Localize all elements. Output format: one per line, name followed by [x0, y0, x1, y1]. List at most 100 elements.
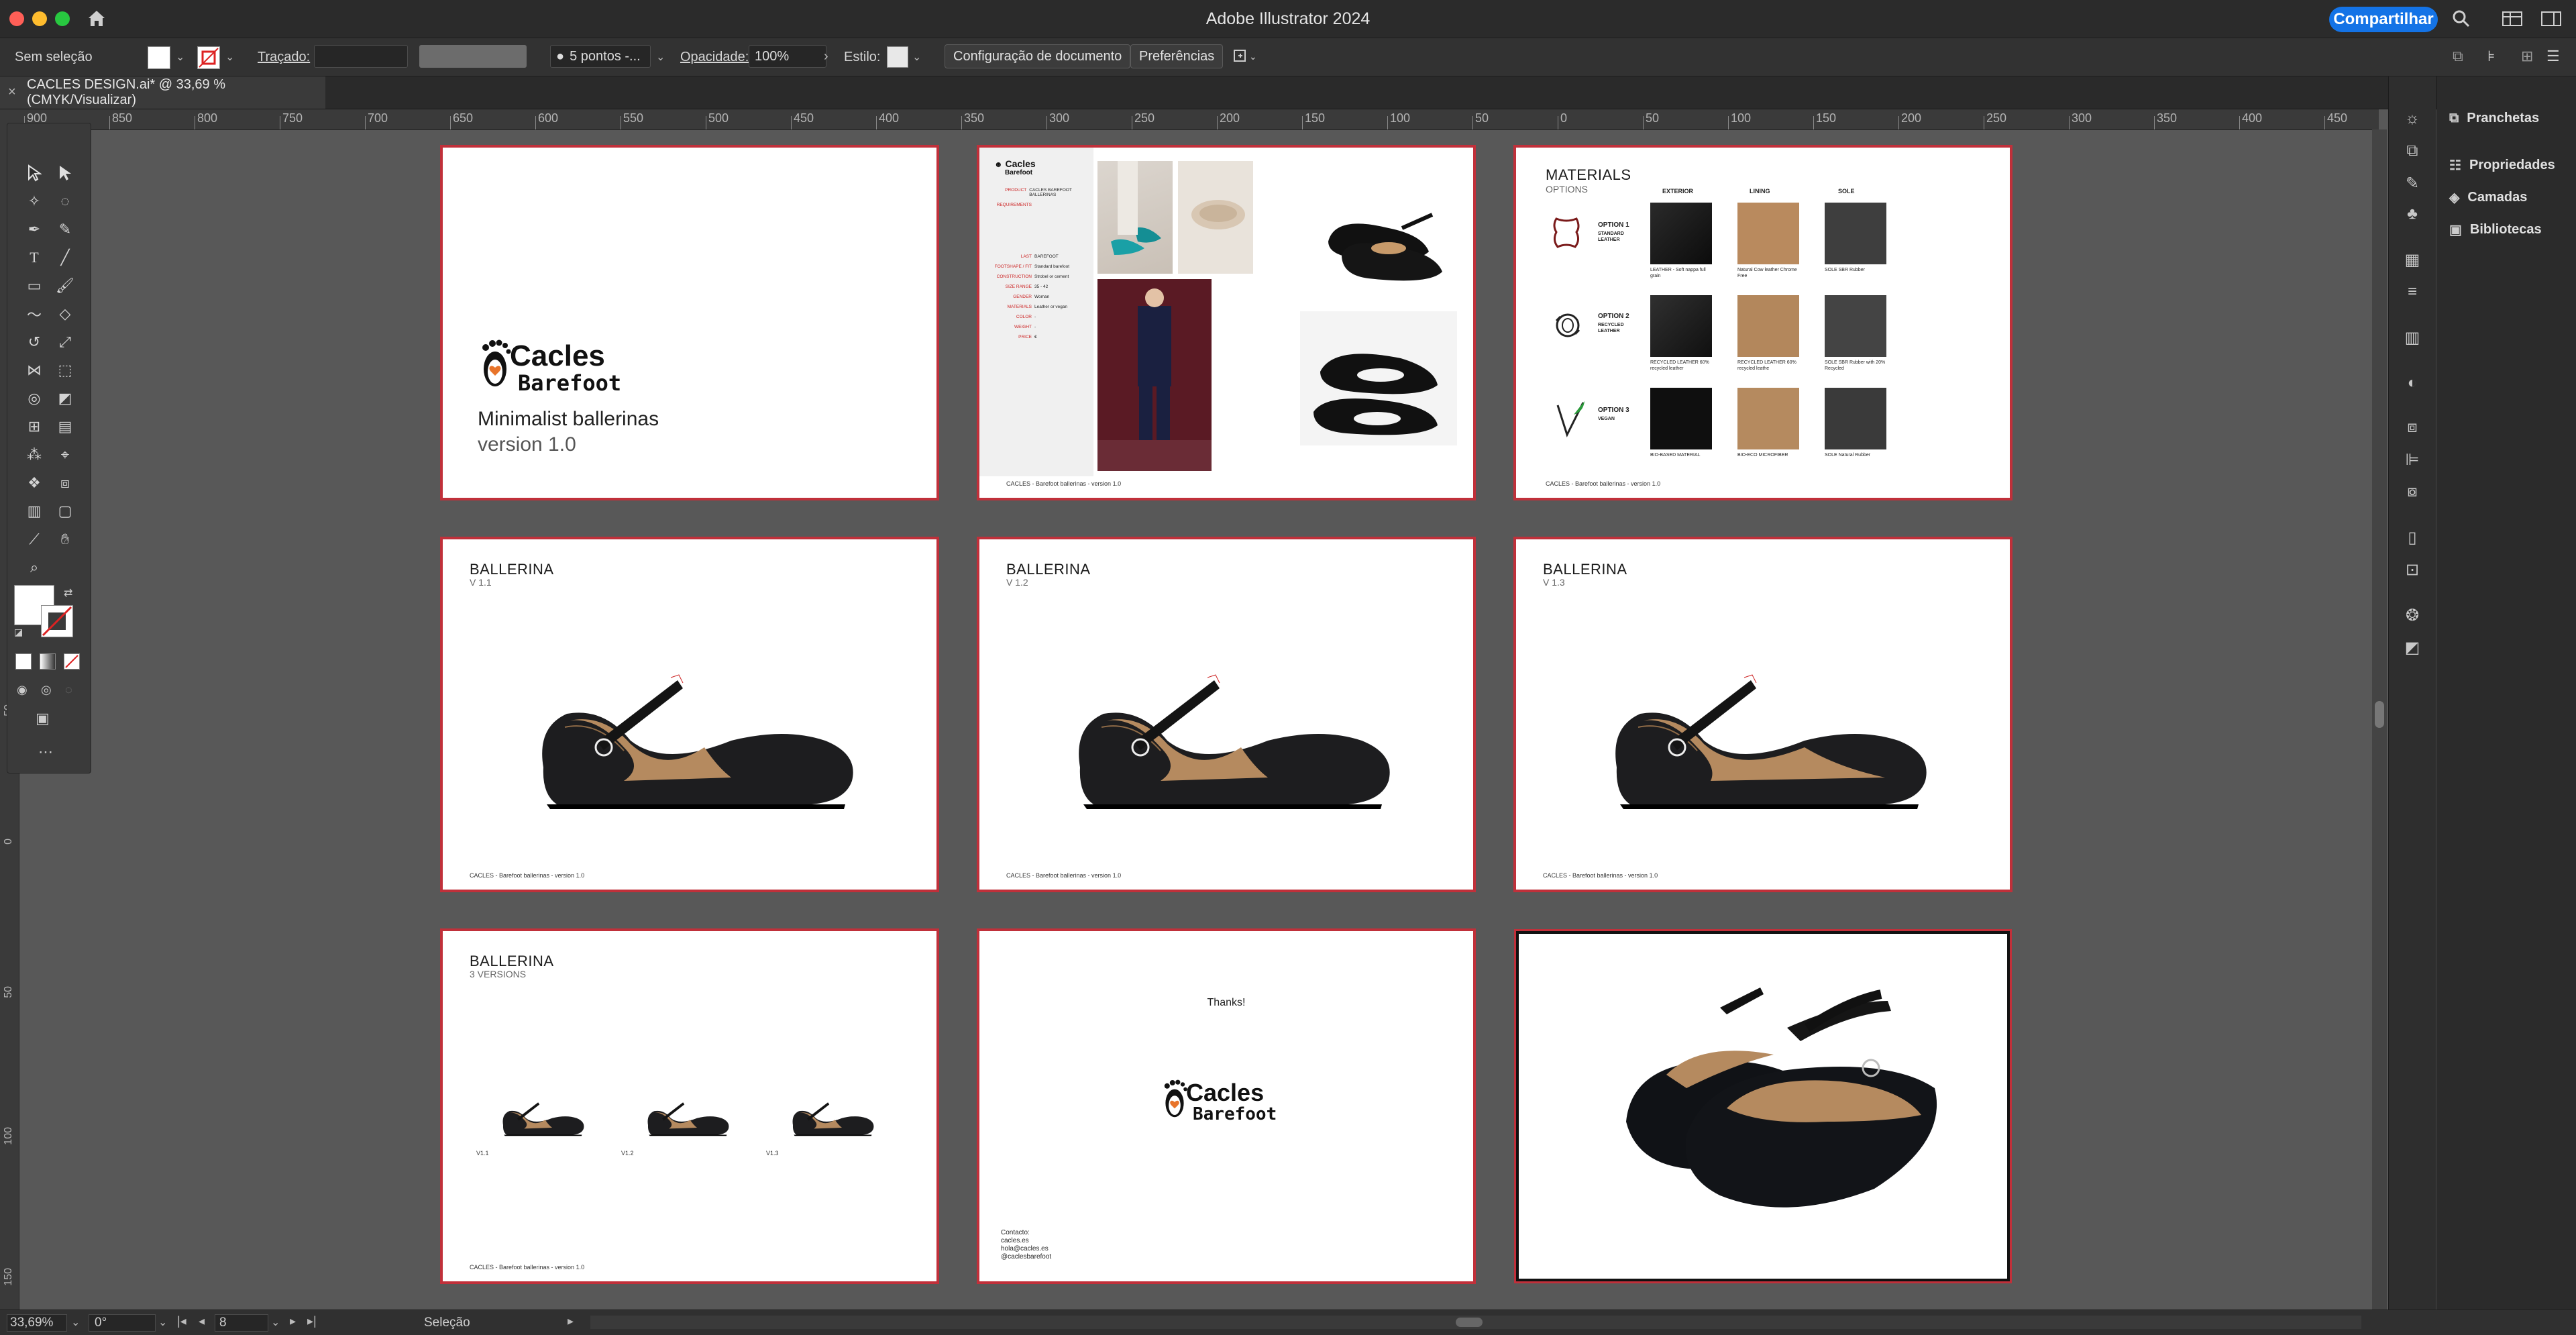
chevron-down-icon[interactable]: ⌄ [271, 1316, 280, 1329]
swatches-icon[interactable]: ▦ [2402, 250, 2422, 270]
status-menu-icon[interactable]: ▸ [568, 1314, 574, 1328]
width-tool-icon[interactable]: ⋈ [21, 358, 48, 382]
symbol-sprayer-icon[interactable]: ❖ [21, 471, 48, 495]
preferences-button[interactable]: Preferências [1130, 44, 1224, 68]
rectangle-tool-icon[interactable]: ▭ [21, 274, 48, 298]
chevron-down-icon[interactable]: ⌄ [176, 50, 184, 64]
next-artboard-icon[interactable]: ▸ [290, 1314, 296, 1328]
brush-definition-field[interactable]: ● 5 pontos -... [550, 45, 651, 68]
rotate-tool-icon[interactable]: ↺ [21, 330, 48, 354]
lasso-icon[interactable]: ◌ [52, 189, 78, 213]
draw-normal-icon[interactable]: ◉ [17, 683, 28, 697]
first-artboard-icon[interactable]: |◂ [177, 1314, 186, 1328]
scale-tool-icon[interactable]: ⤢ [52, 330, 78, 354]
live-paint-icon[interactable]: ◩ [52, 386, 78, 411]
brushes-icon[interactable]: ✎ [2402, 173, 2422, 193]
draw-inside-icon[interactable]: ◌ [65, 683, 72, 697]
panel-tab-artboards[interactable]: ⧉ Pranchetas [2449, 105, 2539, 131]
document-tab[interactable]: × CACLES DESIGN.ai* @ 33,69 % (CMYK/Visu… [0, 76, 325, 109]
appearance-icon[interactable]: ☼ [2402, 109, 2422, 129]
stroke-color-swatch[interactable] [41, 605, 73, 637]
stroke-swatch[interactable] [197, 46, 220, 69]
artboard-materials[interactable]: MATERIALS OPTIONS EXTERIOR LINING SOLE O… [1513, 145, 2012, 500]
perspective-grid-icon[interactable]: ⧈ [52, 471, 78, 495]
panel-tab-libraries[interactable]: ▣ Bibliotecas [2449, 216, 2542, 243]
panel-toggle-icon[interactable] [2541, 11, 2561, 30]
direct-selection-tool-icon[interactable] [52, 161, 78, 185]
share-button[interactable]: Compartilhar [2329, 7, 2438, 32]
horizontal-scrollbar-thumb[interactable] [1456, 1318, 1483, 1327]
horizontal-scrollbar[interactable] [590, 1316, 2361, 1329]
eraser-tool-icon[interactable]: ◇ [52, 302, 78, 326]
none-mode-icon[interactable] [64, 653, 80, 670]
distribute-icon[interactable]: ⊧ [2487, 48, 2495, 65]
graphic-styles-icon[interactable]: ◩ [2402, 637, 2422, 657]
draw-behind-icon[interactable]: ◎ [41, 683, 52, 697]
shape-builder-icon[interactable]: ◎ [21, 386, 48, 411]
stroke-label[interactable]: Traçado: [258, 50, 310, 65]
panel-tab-properties[interactable]: ☷ Propriedades [2449, 152, 2555, 178]
artboard-tool-icon[interactable]: ▢ [52, 499, 78, 523]
document-info-icon[interactable]: ▯ [2402, 527, 2422, 547]
transform-panel-icon[interactable]: ⧉ [2402, 141, 2422, 161]
pathfinder-icon[interactable]: ⧈ [2402, 417, 2422, 437]
artboard-three-versions[interactable]: BALLERINA 3 VERSIONS V1.1 V1.2 V1.3 CACL… [440, 928, 939, 1284]
shaper-tool-icon[interactable]: 〜 [21, 302, 48, 326]
chevron-down-icon[interactable]: ⌄ [656, 50, 665, 64]
document-setup-button[interactable]: Configuração de documento [945, 44, 1131, 68]
workspace-switcher-icon[interactable] [2502, 11, 2522, 30]
vertical-scrollbar-thumb[interactable] [2375, 701, 2384, 728]
transform-icon[interactable]: ⊞ [2521, 48, 2533, 65]
artboard-ballerina-v12[interactable]: BALLERINA V 1.2 CACLES - Barefoot baller… [977, 537, 1476, 892]
artboard-cover[interactable]: Cacles Barefoot Minimalist ballerinas ve… [440, 145, 939, 500]
gradient-panel-icon[interactable]: ▥ [2402, 327, 2422, 348]
previous-artboard-icon[interactable]: ◂ [199, 1314, 205, 1328]
fill-swatch[interactable] [148, 46, 170, 69]
artboard-brief[interactable]: ☻ Cacles Barefoot PRODUCT CACLES BAREFOOT… [977, 145, 1476, 500]
gradient-tool-icon[interactable]: ▤ [52, 415, 78, 439]
eyedropper-icon[interactable]: ⌖ [52, 443, 78, 467]
panel-tab-layers[interactable]: ◈ Camadas [2449, 184, 2527, 211]
magic-wand-icon[interactable]: ✧ [21, 189, 48, 213]
free-transform-icon[interactable]: ⬚ [52, 358, 78, 382]
color-mode-icon[interactable] [15, 653, 32, 670]
search-icon[interactable] [2452, 9, 2471, 32]
more-options-icon[interactable]: ☰ [2546, 48, 2560, 65]
color-guide-icon[interactable]: ❂ [2402, 605, 2422, 625]
zoom-field[interactable]: 33,69% [7, 1314, 67, 1332]
vertical-scrollbar[interactable] [2372, 129, 2387, 1310]
default-colors-icon[interactable]: ◪ [14, 627, 23, 638]
blend-tool-icon[interactable]: ⁂ [21, 443, 48, 467]
close-tab-icon[interactable]: × [8, 85, 16, 100]
links-icon[interactable]: ⊡ [2402, 559, 2422, 580]
column-graph-icon[interactable]: ▥ [21, 499, 48, 523]
mesh-tool-icon[interactable]: ⊞ [21, 415, 48, 439]
arrange-documents-icon[interactable]: ⌄ [1233, 48, 1260, 69]
symbols-icon[interactable]: ♣ [2402, 204, 2422, 224]
curvature-tool-icon[interactable]: ✎ [52, 217, 78, 242]
transparency-icon[interactable]: ◐ [2402, 373, 2422, 393]
artboard-number-field[interactable]: 8 [215, 1314, 268, 1332]
chevron-down-icon[interactable]: ⌄ [71, 1316, 80, 1329]
pen-tool-icon[interactable]: ✒ [21, 217, 48, 242]
stroke-panel-icon[interactable]: ≡ [2402, 282, 2422, 302]
line-tool-icon[interactable]: ╱ [52, 246, 78, 270]
artboard-product-photo[interactable] [1514, 929, 2012, 1283]
slice-tool-icon[interactable]: ⟋ [21, 527, 48, 551]
screen-mode-icon[interactable]: ▣ [36, 710, 50, 727]
gradient-mode-icon[interactable] [40, 653, 56, 670]
selection-tool-icon[interactable] [21, 161, 48, 185]
artboard-thanks[interactable]: Thanks! Cacles Barefoot Contacto: cacles… [977, 928, 1476, 1284]
chevron-down-icon[interactable]: ⌄ [158, 1316, 167, 1329]
align-icon[interactable]: ⧉ [2453, 48, 2463, 65]
chevron-down-icon[interactable]: ⌄ [225, 50, 234, 64]
opacity-label[interactable]: Opacidade: [680, 50, 749, 65]
last-artboard-icon[interactable]: ▸| [307, 1314, 317, 1328]
hand-tool-icon[interactable]: ✋︎ [52, 527, 78, 551]
stroke-weight-field[interactable] [314, 45, 408, 68]
artboards-panel-icon[interactable]: ⧇ [2402, 482, 2422, 502]
paintbrush-icon[interactable]: 🖌︎ [52, 274, 78, 298]
type-tool-icon[interactable]: T [21, 246, 48, 270]
rotation-field[interactable]: 0° [89, 1314, 156, 1332]
align-panel-icon[interactable]: ⊫ [2402, 449, 2422, 470]
